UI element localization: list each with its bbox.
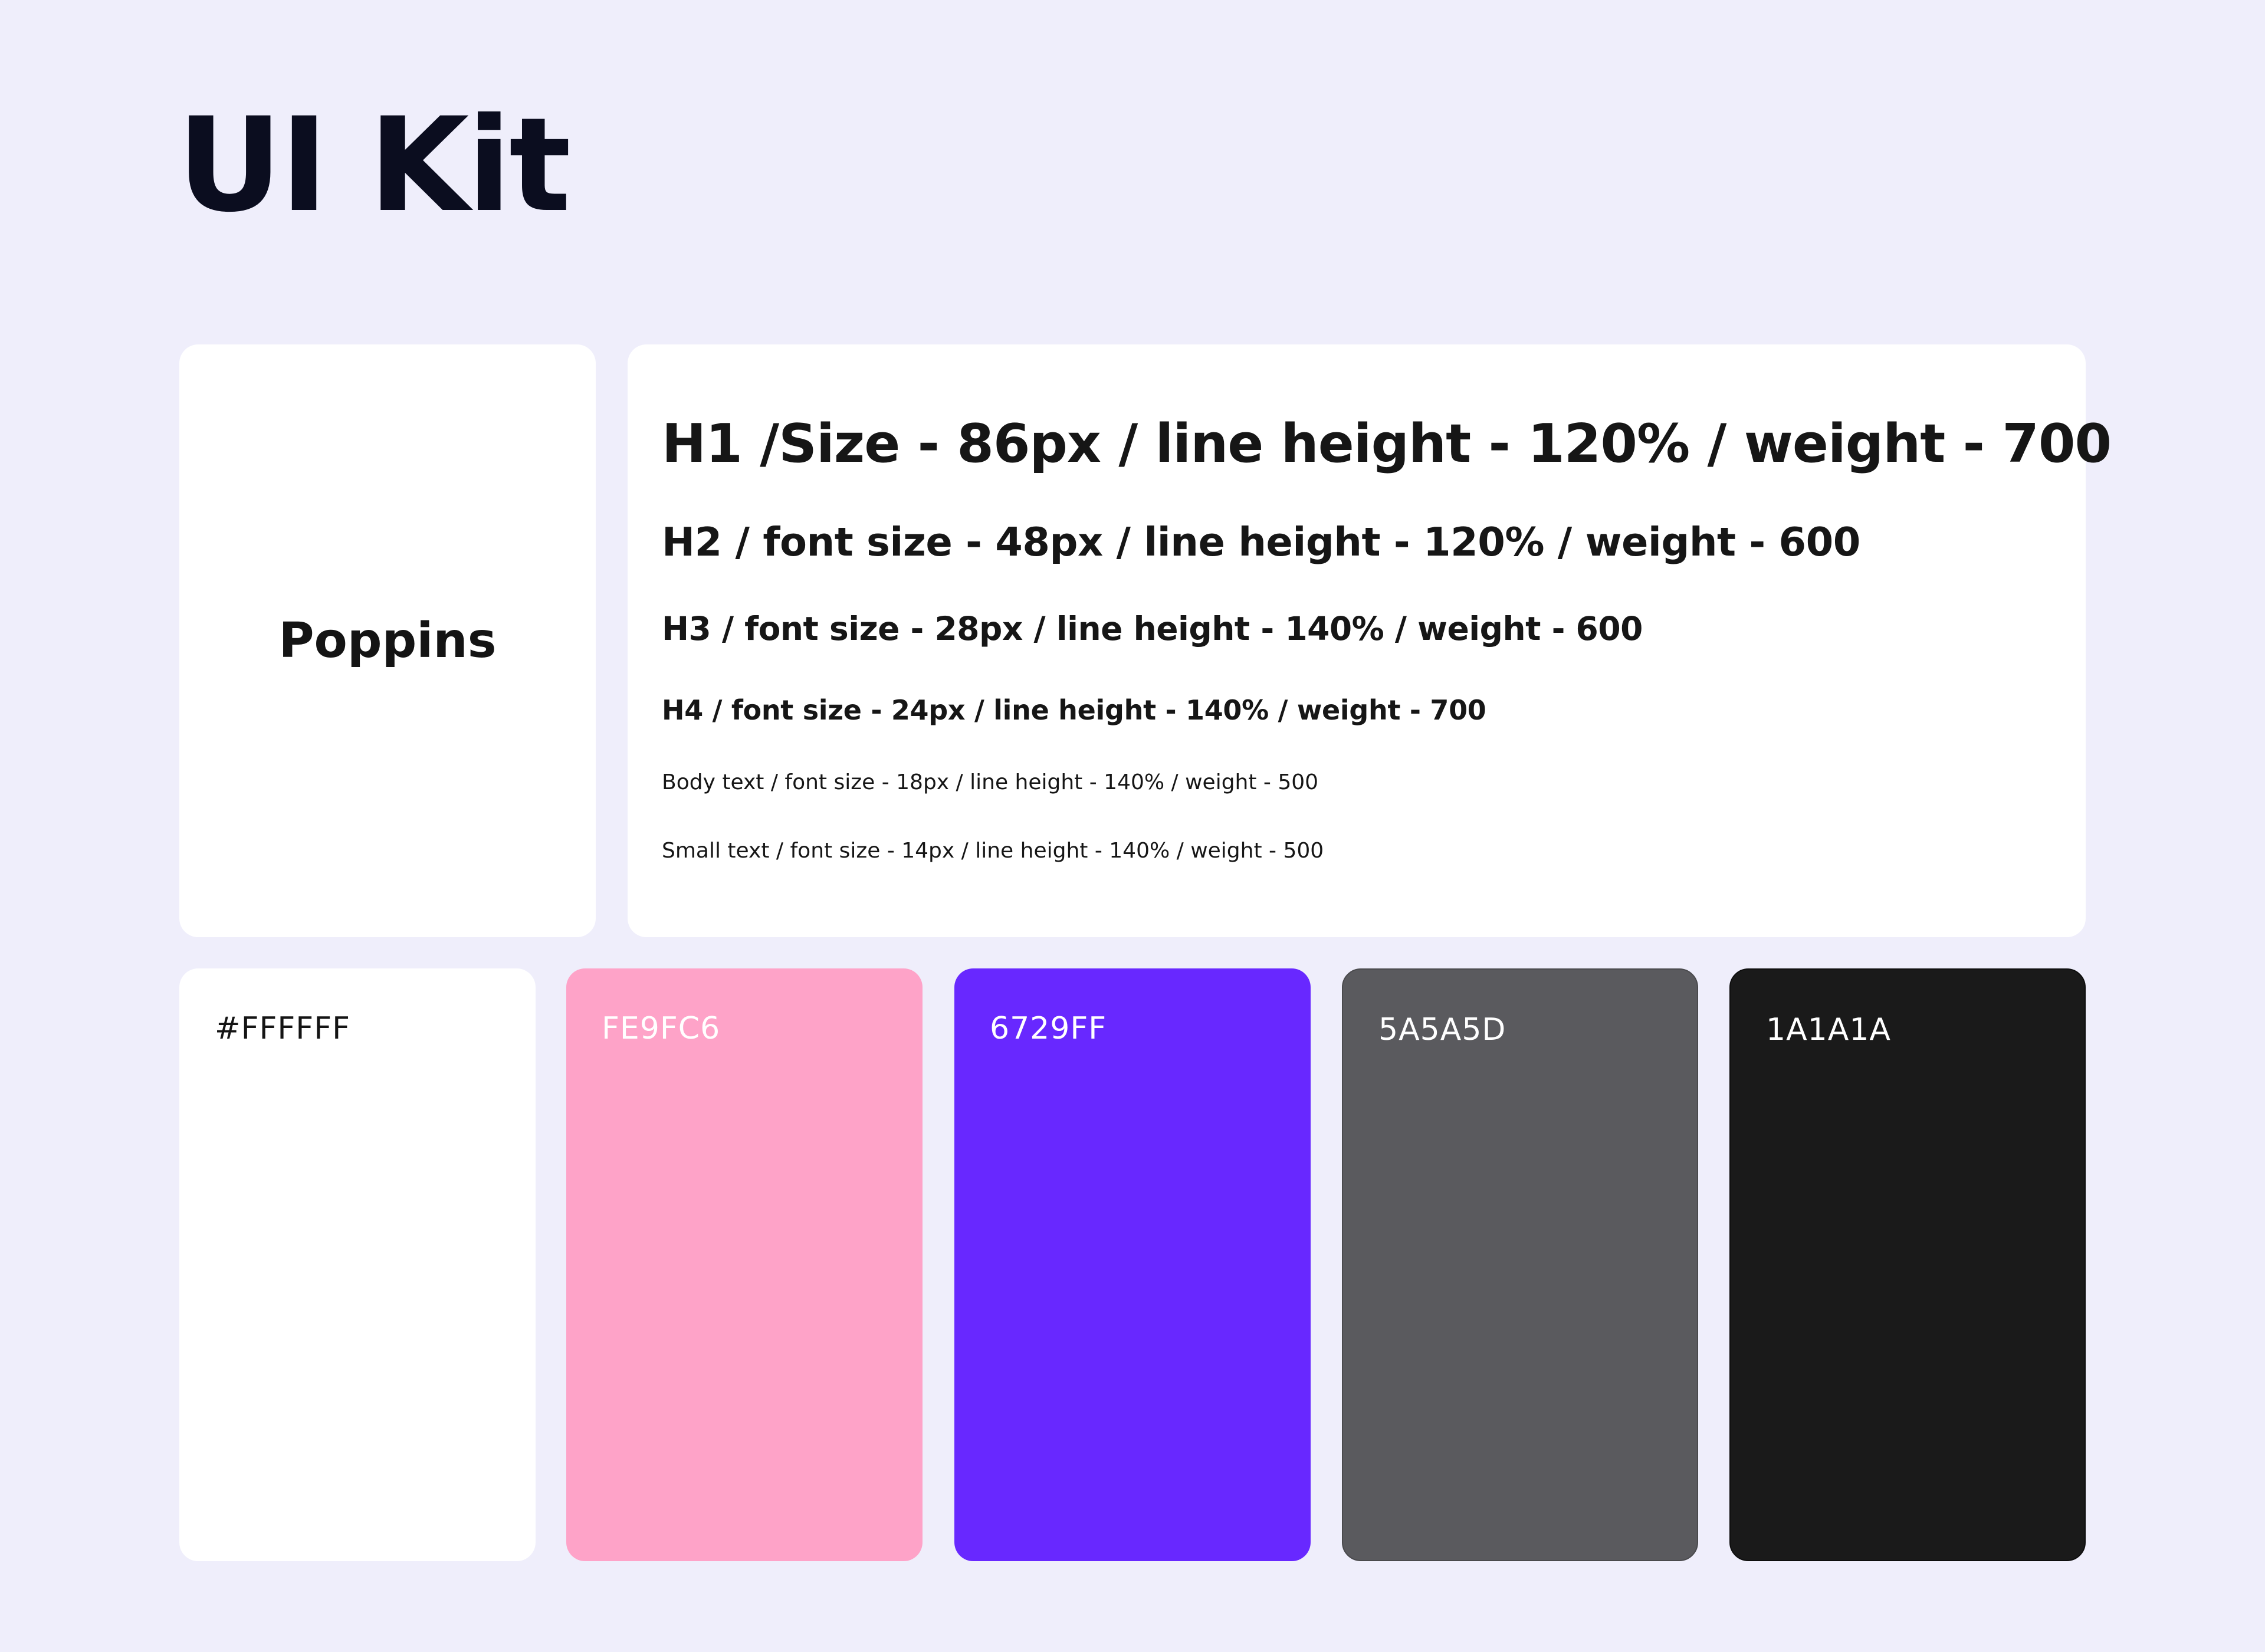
type-sample-body: Body text / font size - 18px / line heig… bbox=[662, 770, 1319, 794]
font-family-card: Poppins bbox=[179, 344, 596, 937]
color-swatch-gray: 5A5A5D bbox=[1342, 968, 1698, 1561]
color-swatch-purple: 6729FF bbox=[954, 968, 1311, 1561]
color-swatch-white: #FFFFFF bbox=[179, 968, 536, 1561]
color-swatch-label: 6729FF bbox=[990, 1011, 1107, 1046]
color-swatch-label: 1A1A1A bbox=[1766, 1012, 1891, 1047]
page-title: UI Kit bbox=[177, 90, 571, 241]
color-swatch-black: 1A1A1A bbox=[1729, 968, 2086, 1561]
type-sample-h4: H4 / font size - 24px / line height - 14… bbox=[662, 694, 1486, 726]
type-sample-small: Small text / font size - 14px / line hei… bbox=[662, 839, 1324, 863]
color-swatch-label: FE9FC6 bbox=[602, 1011, 721, 1046]
font-family-name: Poppins bbox=[278, 613, 497, 669]
color-swatch-label: #FFFFFF bbox=[215, 1011, 351, 1046]
type-sample-h2: H2 / font size - 48px / line height - 12… bbox=[662, 519, 1860, 565]
color-swatch-pink: FE9FC6 bbox=[566, 968, 923, 1561]
type-sample-h1: H1 /Size - 86px / line height - 120% / w… bbox=[662, 413, 2112, 475]
type-sample-h3: H3 / font size - 28px / line height - 14… bbox=[662, 610, 1643, 648]
type-scale-card: H1 /Size - 86px / line height - 120% / w… bbox=[628, 344, 2112, 937]
color-swatch-label: 5A5A5D bbox=[1378, 1012, 1506, 1047]
